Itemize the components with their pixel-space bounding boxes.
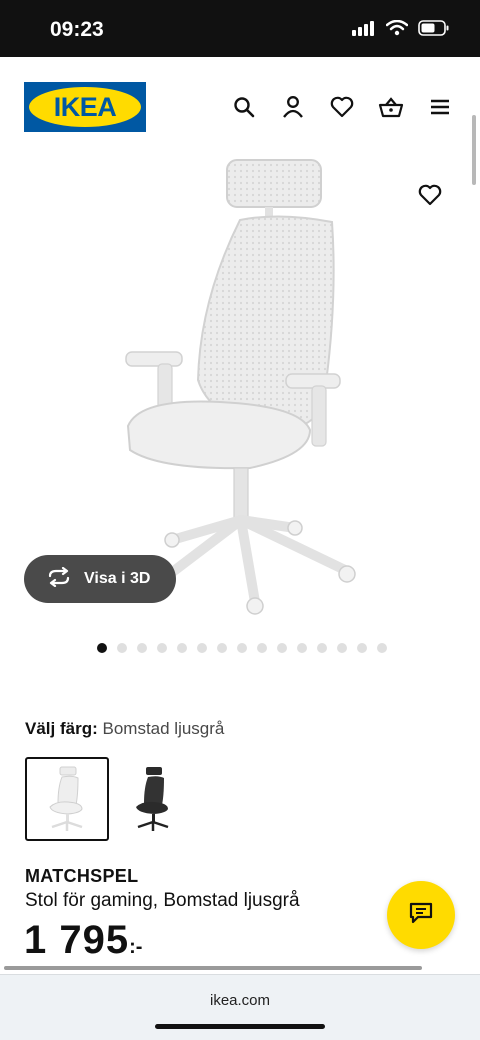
carousel-dot[interactable] xyxy=(297,643,307,653)
swatch-black[interactable] xyxy=(111,757,195,841)
carousel-dot[interactable] xyxy=(177,643,187,653)
browser-address-bar: ikea.com xyxy=(0,974,480,1040)
heart-icon[interactable] xyxy=(327,92,356,121)
color-selector-label: Välj färg: Bomstad ljusgrå xyxy=(25,719,224,739)
carousel-dot[interactable] xyxy=(137,643,147,653)
site-header: IKEA xyxy=(0,57,480,157)
carousel-dot[interactable] xyxy=(377,643,387,653)
color-label-key: Välj färg: xyxy=(25,719,98,738)
signal-icon xyxy=(352,20,376,41)
carousel-dot[interactable] xyxy=(237,643,247,653)
horizontal-scrollbar[interactable] xyxy=(4,966,422,970)
carousel-dot[interactable] xyxy=(157,643,167,653)
home-indicator[interactable] xyxy=(155,1024,325,1029)
favorite-button[interactable] xyxy=(414,181,446,213)
status-icons xyxy=(352,19,450,41)
carousel-dot[interactable] xyxy=(277,643,287,653)
chat-icon xyxy=(408,901,434,930)
color-label-value: Bomstad ljusgrå xyxy=(102,719,225,738)
user-icon[interactable] xyxy=(278,92,307,121)
carousel-dot[interactable] xyxy=(217,643,227,653)
status-bar: 09:23 xyxy=(0,0,480,57)
product-name[interactable]: MATCHSPEL xyxy=(25,866,138,887)
carousel-dot[interactable] xyxy=(337,643,347,653)
view-3d-label: Visa i 3D xyxy=(84,570,151,587)
ikea-logo[interactable]: IKEA xyxy=(24,82,146,132)
status-time: 09:23 xyxy=(50,18,104,41)
search-icon[interactable] xyxy=(229,92,258,121)
carousel-dot[interactable] xyxy=(97,643,107,653)
carousel-dot[interactable] xyxy=(197,643,207,653)
image-carousel-dots xyxy=(97,643,387,653)
rotate-icon xyxy=(46,566,72,592)
url-text[interactable]: ikea.com xyxy=(0,992,480,1009)
product-price: 1 795:- xyxy=(24,918,142,963)
header-nav xyxy=(229,92,454,121)
carousel-dot[interactable] xyxy=(257,643,267,653)
logo-oval: IKEA xyxy=(29,87,141,127)
carousel-dot[interactable] xyxy=(317,643,327,653)
price-suffix: :- xyxy=(129,936,143,958)
product-image[interactable] xyxy=(100,150,380,620)
view-3d-button[interactable]: Visa i 3D xyxy=(24,555,176,603)
color-swatches xyxy=(25,757,195,841)
product-description: Stol för gaming, Bomstad ljusgrå xyxy=(25,890,300,911)
vertical-scrollbar[interactable] xyxy=(472,115,476,185)
wifi-icon xyxy=(385,19,409,41)
swatch-light-grey[interactable] xyxy=(25,757,109,841)
logo-text: IKEA xyxy=(53,91,117,122)
carousel-dot[interactable] xyxy=(117,643,127,653)
heart-icon xyxy=(418,184,442,211)
price-amount: 1 795 xyxy=(24,918,130,962)
basket-icon[interactable] xyxy=(376,92,405,121)
battery-icon xyxy=(418,20,450,41)
carousel-dot[interactable] xyxy=(357,643,367,653)
menu-icon[interactable] xyxy=(425,92,454,121)
chat-button[interactable] xyxy=(387,881,455,949)
